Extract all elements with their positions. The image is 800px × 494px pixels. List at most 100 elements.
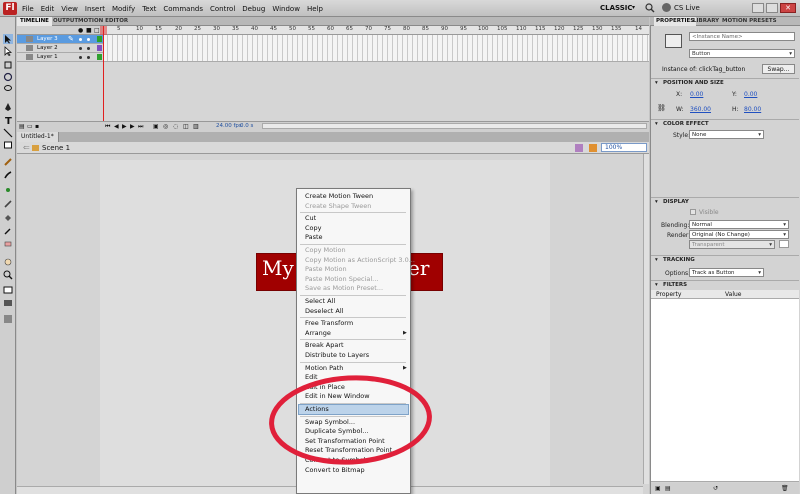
eye-icon[interactable]: ● [78, 27, 83, 34]
maximize-button[interactable] [766, 3, 778, 13]
delete-filter-icon[interactable]: 🗑 [781, 485, 789, 492]
playhead[interactable] [103, 26, 104, 121]
menu-view[interactable]: View [61, 5, 78, 13]
onion-markers-icon[interactable]: ▥ [193, 123, 199, 130]
y-value[interactable]: 0.00 [744, 91, 757, 98]
frame-rate[interactable]: 24.00 fps [216, 123, 242, 129]
3d-rotation-tool-icon[interactable] [3, 72, 13, 82]
subselection-tool-icon[interactable] [3, 46, 13, 56]
document-tab[interactable]: Untitled-1* [17, 132, 59, 142]
menu-help[interactable]: Help [307, 5, 323, 13]
paint-bucket-tool-icon[interactable] [3, 213, 13, 223]
zoom-tool-icon[interactable] [3, 270, 13, 280]
rectangle-tool-icon[interactable] [3, 140, 13, 150]
visible-checkbox[interactable] [690, 209, 696, 215]
zoom-select[interactable]: 100% [601, 143, 647, 152]
text-tool-icon[interactable]: T [3, 115, 13, 125]
context-menu-item[interactable]: Deselect All [305, 307, 343, 315]
context-menu-item[interactable]: Break Apart [305, 341, 344, 349]
stage-vertical-scrollbar[interactable] [643, 154, 649, 484]
lasso-tool-icon[interactable] [3, 84, 13, 94]
outline-icon[interactable]: □ [94, 27, 100, 34]
tracking-options-select[interactable]: Track as Button [689, 268, 764, 277]
cs-live-label[interactable]: CS Live [674, 4, 700, 12]
context-menu-item[interactable]: Create Motion Tween [305, 192, 373, 200]
context-menu-item[interactable]: Create Shape Tween [305, 202, 371, 210]
context-menu-item[interactable]: Free Transform [305, 319, 353, 327]
section-tracking[interactable]: TRACKING [651, 255, 799, 265]
h-value[interactable]: 80.00 [744, 106, 761, 113]
outline-color-swatch[interactable] [97, 54, 102, 60]
section-display[interactable]: DISPLAY [651, 197, 799, 207]
menu-window[interactable]: Window [272, 5, 300, 13]
delete-layer-icon[interactable]: ▪ [35, 123, 39, 130]
back-arrow-icon[interactable]: ⇐ [23, 143, 30, 152]
context-menu-item[interactable]: Cut [305, 214, 316, 222]
bone-tool-icon[interactable] [3, 199, 13, 209]
pencil-tool-icon[interactable] [3, 157, 13, 167]
minimize-button[interactable] [752, 3, 764, 13]
tab-properties[interactable]: PROPERTIES [654, 17, 697, 26]
context-menu-item[interactable]: Copy Motion [305, 246, 346, 254]
line-tool-icon[interactable] [3, 128, 13, 138]
eyedropper-tool-icon[interactable] [3, 226, 13, 236]
tab-library[interactable]: LIBRARY [693, 17, 719, 26]
context-menu-item[interactable]: Arrange [305, 329, 331, 337]
context-menu-item[interactable]: Copy [305, 224, 322, 232]
edit-symbols-icon[interactable] [589, 144, 597, 152]
edit-multiple-frames-icon[interactable]: ◫ [183, 123, 189, 130]
context-menu-item[interactable]: Paste Motion Special... [305, 275, 378, 283]
x-value[interactable]: 0.00 [690, 91, 703, 98]
layer-row[interactable]: Layer 3 ✎ [17, 35, 103, 44]
step-forward-icon[interactable]: ▶ [130, 123, 135, 130]
swap-button[interactable]: Swap... [762, 64, 795, 74]
context-menu-item[interactable]: Paste Motion [305, 265, 347, 273]
menu-insert[interactable]: Insert [85, 5, 105, 13]
section-position-size[interactable]: POSITION AND SIZE [651, 78, 799, 88]
layer-row[interactable]: Layer 1 [17, 53, 103, 62]
context-menu-item[interactable]: Distribute to Layers [305, 351, 369, 359]
context-menu-item[interactable]: Paste [305, 233, 323, 241]
instance-name-input[interactable]: <Instance Name> [689, 32, 795, 41]
menu-commands[interactable]: Commands [163, 5, 203, 13]
blending-select[interactable]: Normal [689, 220, 789, 229]
render-select[interactable]: Original (No Change) [689, 230, 789, 239]
new-layer-icon[interactable]: ▤ [19, 123, 25, 130]
style-select[interactable]: None [689, 130, 764, 139]
w-value[interactable]: 360.00 [690, 106, 711, 113]
section-color-effect[interactable]: COLOR EFFECT [651, 119, 799, 129]
tab-motion-editor[interactable]: MOTION EDITOR [75, 17, 131, 26]
play-icon[interactable]: ▶ [122, 123, 127, 130]
context-menu-item[interactable]: Convert to Bitmap [305, 466, 365, 474]
first-frame-icon[interactable]: ⏮ [105, 123, 110, 131]
cs-live-icon[interactable] [662, 3, 671, 12]
frame-ruler[interactable]: 5 10 15 20 25 30 35 40 45 50 55 60 65 70… [103, 26, 649, 35]
deco-tool-icon[interactable] [3, 185, 13, 195]
snap-to-objects-icon[interactable] [3, 314, 13, 324]
selection-tool-icon[interactable] [3, 34, 13, 44]
menu-edit[interactable]: Edit [41, 5, 55, 13]
edit-scene-icon[interactable] [575, 144, 583, 152]
menu-control[interactable]: Control [210, 5, 235, 13]
reset-filter-icon[interactable]: ↺ [713, 485, 718, 492]
add-filter-icon[interactable]: ▣ [655, 485, 661, 492]
background-color-swatch[interactable] [779, 240, 789, 248]
center-frame-icon[interactable]: ▣ [153, 123, 159, 130]
onion-skin-icon[interactable]: ◎ [163, 123, 168, 130]
fill-color-icon[interactable] [3, 298, 13, 308]
pen-tool-icon[interactable] [3, 102, 13, 112]
onion-outline-icon[interactable]: ◌ [173, 123, 178, 130]
menu-file[interactable]: File [22, 5, 34, 13]
tab-motion-presets[interactable]: MOTION PRESETS [722, 17, 777, 26]
tab-timeline[interactable]: TIMELINE [17, 17, 52, 26]
context-menu-item[interactable]: Select All [305, 297, 335, 305]
scene-breadcrumb[interactable]: Scene 1 [42, 144, 70, 152]
step-back-icon[interactable]: ◀ [114, 123, 119, 130]
menu-text[interactable]: Text [142, 5, 156, 13]
context-menu-item[interactable]: Save as Motion Preset... [305, 284, 383, 292]
brush-tool-icon[interactable] [3, 170, 13, 180]
menu-debug[interactable]: Debug [242, 5, 265, 13]
background-select[interactable]: Transparent [689, 240, 775, 249]
symbol-type-select[interactable]: Button [689, 49, 795, 58]
lock-icon[interactable]: ■ [86, 27, 92, 34]
